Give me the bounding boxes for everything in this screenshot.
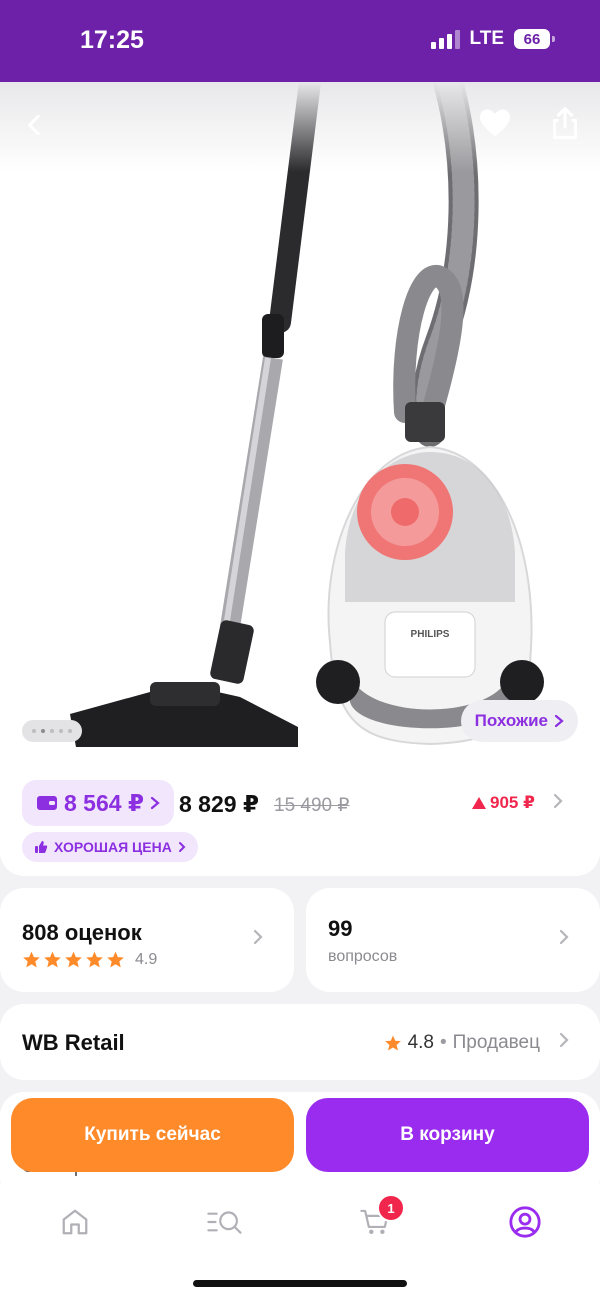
star-icon [23,951,40,968]
catalog-search-icon [207,1211,242,1234]
current-price: 8 829 ₽ [179,791,259,817]
status-time: 17:25 [80,26,144,54]
good-price-badge[interactable]: ХОРОШАЯ ЦЕНА [22,832,198,862]
signal-icon [430,29,460,49]
add-to-cart-button[interactable]: В корзину [306,1098,589,1172]
price-card: 8 564 ₽ 8 829 ₽ 15 490 ₽ 905 ₽ ХОРОШАЯ Ц… [0,762,600,876]
chevron-left-icon [28,114,40,136]
seller-meta: 4.8 • Продавец [384,1032,540,1054]
chevron-right-icon [559,1032,569,1048]
chevron-right-icon [150,796,160,810]
profile-icon [509,1206,541,1238]
favorite-button[interactable] [472,100,518,146]
tab-bar: 1 [0,1184,600,1300]
separator-dot: • [439,1032,447,1053]
chevron-right-icon [554,714,564,728]
star-icon [44,951,61,968]
reviews-count: 808 оценок [22,920,142,945]
wallet-icon [37,796,57,810]
triangle-up-icon [472,797,486,809]
star-icon [65,951,82,968]
similar-label: Похожие [474,711,548,730]
seller-name: WB Retail [22,1030,125,1055]
wallet-price: 8 564 ₽ [64,789,144,816]
thumbs-up-icon [35,841,48,853]
star-icon [86,951,103,968]
wallet-price-button[interactable]: 8 564 ₽ [22,780,174,826]
status-bar: 17:25 LTE 66 [0,0,600,82]
questions-label: вопросов [328,948,398,965]
questions-card[interactable]: 99 вопросов [306,888,600,992]
price-change[interactable]: 905 ₽ [472,793,535,813]
star-icon [107,951,124,968]
chevron-right-icon[interactable] [552,792,564,810]
tab-home[interactable] [55,1202,95,1242]
battery-icon: 66 [514,29,555,49]
similar-button[interactable]: Похожие [460,700,578,742]
product-image: PHILIPS [70,82,544,747]
rating-stars: 4.9 [22,950,157,969]
good-price-label: ХОРОШАЯ ЦЕНА [54,839,172,855]
heart-icon [480,109,510,137]
chevron-right-icon [178,842,186,852]
seller-card[interactable]: WB Retail 4.8 • Продавец [0,1004,600,1080]
old-price: 15 490 ₽ [274,795,350,816]
product-gallery[interactable]: PHILIPS Похожие [0,82,600,762]
status-indicators: LTE 66 [430,28,555,50]
buy-now-button[interactable]: Купить сейчас [11,1098,294,1172]
tab-cart[interactable]: 1 [355,1194,405,1242]
chevron-right-icon [559,929,569,945]
questions-count: 99 [328,916,353,941]
tab-profile[interactable] [505,1202,545,1242]
network-label: LTE [469,28,504,49]
share-button[interactable] [542,100,588,146]
seller-rating: 4.8 [407,1032,434,1053]
back-button[interactable] [12,102,58,148]
star-icon [384,1035,401,1051]
gallery-pager[interactable] [22,720,82,742]
share-icon [552,107,578,139]
home-indicator [193,1280,407,1287]
chevron-right-icon [253,929,263,945]
reviews-card[interactable]: 808 оценок 4.9 [0,888,294,992]
home-icon [62,1209,88,1235]
rating-value: 4.9 [135,950,158,968]
tab-catalog[interactable] [205,1202,245,1242]
cart-badge: 1 [377,1194,405,1222]
svg-text:PHILIPS: PHILIPS [411,629,450,640]
seller-role: Продавец [452,1032,540,1053]
price-change-value: 905 ₽ [490,793,535,812]
